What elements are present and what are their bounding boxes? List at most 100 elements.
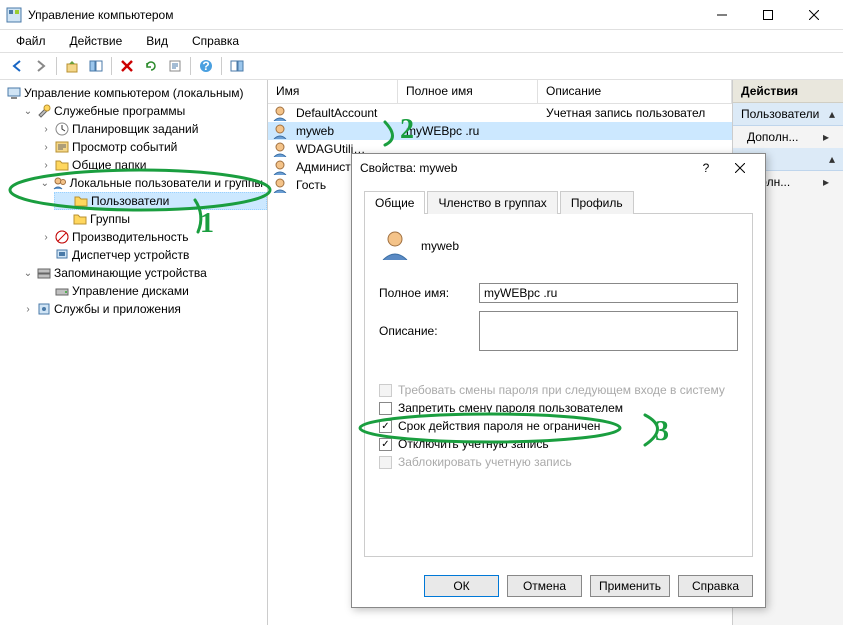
tree-disk-mgmt[interactable]: Управление дисками (36, 282, 267, 300)
back-button[interactable] (6, 55, 28, 77)
collapse-icon[interactable]: ⌄ (22, 268, 34, 279)
chk-account-disabled[interactable]: ✓ Отключить учетную запись (379, 437, 738, 451)
tree-disk-mgmt-label: Управление дисками (72, 284, 189, 298)
forward-button[interactable] (30, 55, 52, 77)
user-icon (272, 105, 288, 121)
export-button[interactable] (164, 55, 186, 77)
tree-local-users[interactable]: ⌄ Локальные пользователи и группы (36, 174, 267, 192)
user-icon (272, 159, 288, 175)
tree-root-label: Управление компьютером (локальным) (24, 86, 244, 100)
tree-system-tools[interactable]: ⌄ Служебные программы (18, 102, 267, 120)
help-button[interactable]: ? (195, 55, 217, 77)
tree-local-users-label: Локальные пользователи и группы (70, 176, 263, 190)
services-icon (36, 301, 52, 317)
user-row[interactable]: mywebmyWEBpc .ru (268, 122, 732, 140)
dialog-help-button[interactable]: ? (689, 154, 723, 182)
column-description[interactable]: Описание (538, 80, 732, 103)
cancel-button[interactable]: Отмена (507, 575, 582, 597)
expand-icon[interactable]: › (40, 232, 52, 243)
tree-shared-folders[interactable]: › Общие папки (36, 156, 267, 174)
fullname-label: Полное имя: (379, 286, 479, 300)
user-row[interactable]: DefaultAccountУчетная запись пользовател (268, 104, 732, 122)
minimize-button[interactable] (699, 0, 745, 30)
tree-storage[interactable]: ⌄Запоминающие устройства (18, 264, 267, 282)
user-icon (272, 177, 288, 193)
tab-general[interactable]: Общие (364, 191, 425, 214)
tab-membership[interactable]: Членство в группах (427, 191, 557, 214)
fullname-input[interactable] (479, 283, 738, 303)
menu-bar: Файл Действие Вид Справка (0, 30, 843, 52)
expand-icon[interactable]: › (40, 124, 52, 135)
maximize-button[interactable] (745, 0, 791, 30)
app-icon (6, 7, 22, 23)
column-name[interactable]: Имя (268, 80, 398, 103)
dialog-title: Свойства: myweb (360, 161, 689, 175)
dialog-tabs: Общие Членство в группах Профиль (364, 190, 753, 214)
tree-task-scheduler-label: Планировщик заданий (72, 122, 198, 136)
tree-performance-label: Производительность (72, 230, 188, 244)
tree-groups[interactable]: Группы (54, 210, 267, 228)
help-button[interactable]: Справка (678, 575, 753, 597)
description-input[interactable] (479, 311, 738, 351)
chk-label: Отключить учетную запись (398, 437, 549, 451)
checkbox-checked-icon[interactable]: ✓ (379, 438, 392, 451)
refresh-button[interactable] (140, 55, 162, 77)
tree-users[interactable]: Пользователи (54, 192, 267, 210)
expand-icon[interactable]: › (22, 304, 34, 315)
delete-button[interactable] (116, 55, 138, 77)
actions-more-label: Дополн... (747, 130, 798, 144)
up-button[interactable] (61, 55, 83, 77)
tree-performance[interactable]: › Производительность (36, 228, 267, 246)
checkbox-icon (379, 384, 392, 397)
tree-device-manager-label: Диспетчер устройств (72, 248, 189, 262)
checkbox-icon[interactable] (379, 402, 392, 415)
cell-name: myweb (288, 124, 398, 138)
dialog-title-bar: Свойства: myweb ? (352, 154, 765, 182)
actions-users[interactable]: Пользователи▴ (733, 103, 843, 126)
folder-icon (54, 157, 70, 173)
close-button[interactable] (791, 0, 837, 30)
checkbox-checked-icon[interactable]: ✓ (379, 420, 392, 433)
menu-file[interactable]: Файл (6, 32, 56, 50)
user-icon (272, 141, 288, 157)
tree-shared-folders-label: Общие папки (72, 158, 146, 172)
show-hide-tree-button[interactable] (85, 55, 107, 77)
title-bar: Управление компьютером (0, 0, 843, 30)
collapse-icon[interactable]: ⌄ (22, 106, 34, 117)
list-header: Имя Полное имя Описание (268, 80, 732, 104)
tree-event-viewer[interactable]: ›Просмотр событий (36, 138, 267, 156)
chk-cannot-change-pwd[interactable]: Запретить смену пароля пользователем (379, 401, 738, 415)
tree-services-apps[interactable]: ›Службы и приложения (18, 300, 267, 318)
tree-device-manager[interactable]: Диспетчер устройств (36, 246, 267, 264)
user-icon (272, 123, 288, 139)
arrow-right-icon: ▸ (823, 130, 829, 144)
cell-name: DefaultAccount (288, 106, 398, 120)
action-pane-button[interactable] (226, 55, 248, 77)
clock-icon (54, 121, 70, 137)
tree-root[interactable]: Управление компьютером (локальным) (0, 84, 267, 102)
checkbox-icon (379, 456, 392, 469)
dialog-close-button[interactable] (723, 154, 757, 182)
chk-label: Срок действия пароля не ограничен (398, 419, 600, 433)
chk-label: Заблокировать учетную запись (398, 455, 572, 469)
column-fullname[interactable]: Полное имя (398, 80, 538, 103)
menu-help[interactable]: Справка (182, 32, 249, 50)
ok-button[interactable]: ОК (424, 575, 499, 597)
users-group-icon (52, 175, 68, 191)
apply-button[interactable]: Применить (590, 575, 670, 597)
dialog-username: myweb (421, 239, 459, 253)
chk-pwd-never-expires[interactable]: ✓ Срок действия пароля не ограничен (379, 419, 738, 433)
expand-icon[interactable]: › (40, 142, 52, 153)
tab-profile[interactable]: Профиль (560, 191, 634, 214)
collapse-icon[interactable]: ⌄ (40, 178, 50, 189)
dialog-buttons: ОК Отмена Применить Справка (352, 565, 765, 607)
tree-task-scheduler[interactable]: › Планировщик заданий (36, 120, 267, 138)
event-icon (54, 139, 70, 155)
actions-more-1[interactable]: Дополн... ▸ (733, 126, 843, 148)
chk-require-pwd-change: Требовать смены пароля при следующем вхо… (379, 383, 738, 397)
menu-view[interactable]: Вид (136, 32, 178, 50)
menu-action[interactable]: Действие (60, 32, 133, 50)
device-icon (54, 247, 70, 263)
expand-icon[interactable]: › (40, 160, 52, 171)
storage-icon (36, 265, 52, 281)
